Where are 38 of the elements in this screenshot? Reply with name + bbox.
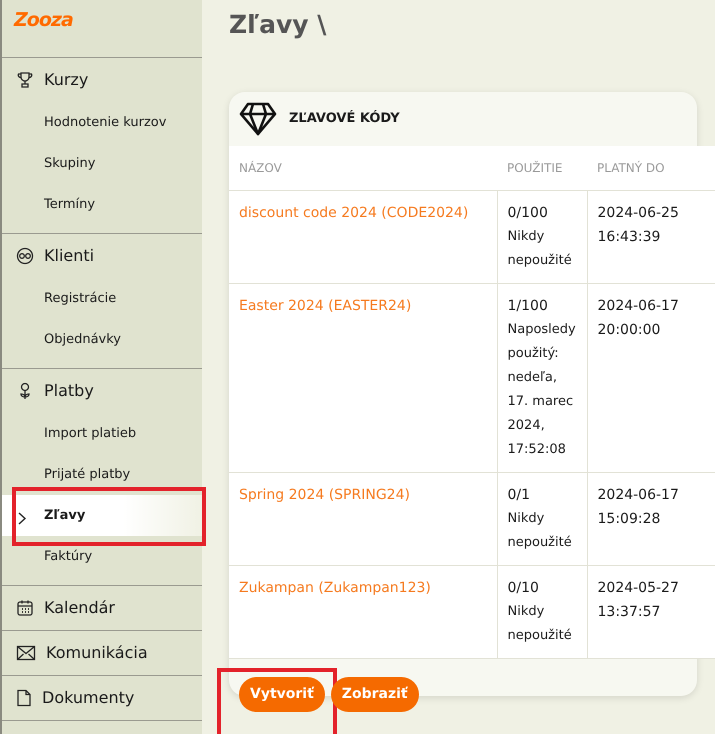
sidebar-item[interactable]: Hodnotenie kurzov bbox=[2, 102, 202, 143]
envelope-icon bbox=[16, 644, 36, 662]
sidebar-item[interactable]: Objednávky bbox=[2, 319, 202, 360]
sidebar-item[interactable]: Skupiny bbox=[2, 143, 202, 184]
nav-section-label[interactable]: Kalendár bbox=[44, 596, 115, 620]
page-title: Zľavy \ bbox=[229, 10, 328, 40]
usage-count: 0/1 bbox=[508, 486, 532, 504]
sidebar-item[interactable]: Faktúry bbox=[2, 536, 202, 577]
sidebar-item[interactable]: Import platieb bbox=[2, 413, 202, 454]
usage-count: 0/10 bbox=[508, 578, 540, 598]
usage-note: Naposledy použitý: nedeľa, 17. marec 2024, 17:52:08 bbox=[508, 320, 577, 458]
sidebar-item[interactable]: Registrácie bbox=[2, 278, 202, 319]
sidebar-item[interactable]: Prijaté platby bbox=[2, 454, 202, 495]
usage-count: 1/100 bbox=[508, 296, 549, 316]
nav-section-label[interactable]: Dokumenty bbox=[42, 686, 134, 710]
usage-note: Nikdy nepoužité bbox=[508, 228, 573, 270]
column-header: NÁZOV bbox=[239, 160, 282, 175]
trophy-icon bbox=[16, 71, 34, 89]
valid-until: 2024-06-25 16:43:39 bbox=[598, 204, 680, 246]
column-header: PLATNÝ DO bbox=[597, 160, 665, 175]
usage-count: 0/100 bbox=[508, 204, 549, 222]
valid-until: 2024-05-27 13:37:57 bbox=[598, 578, 680, 622]
nav-section-label[interactable]: Platby bbox=[44, 379, 94, 403]
sidebar-item[interactable]: Zľavy bbox=[2, 495, 202, 536]
nav-section-label[interactable]: Kurzy bbox=[44, 68, 88, 92]
glasses-icon bbox=[16, 247, 34, 265]
valid-until: 2024-06-17 20:00:00 bbox=[598, 296, 680, 340]
card-title: ZĽAVOVÉ KÓDY bbox=[289, 109, 400, 128]
column-header: POUŽITIE bbox=[507, 160, 562, 175]
document-icon bbox=[16, 689, 32, 707]
usage-note: Nikdy nepoužité bbox=[508, 602, 573, 644]
sidebar-item[interactable]: Termíny bbox=[2, 184, 202, 225]
nav-section-label[interactable]: Klienti bbox=[44, 244, 94, 268]
diamond-icon bbox=[239, 102, 277, 136]
usage-note: Nikdy nepoužité bbox=[508, 510, 573, 552]
calendar-icon bbox=[16, 599, 34, 617]
nav-section-label[interactable]: Komunikácia bbox=[46, 641, 148, 665]
valid-until: 2024-06-17 15:09:28 bbox=[598, 486, 680, 528]
